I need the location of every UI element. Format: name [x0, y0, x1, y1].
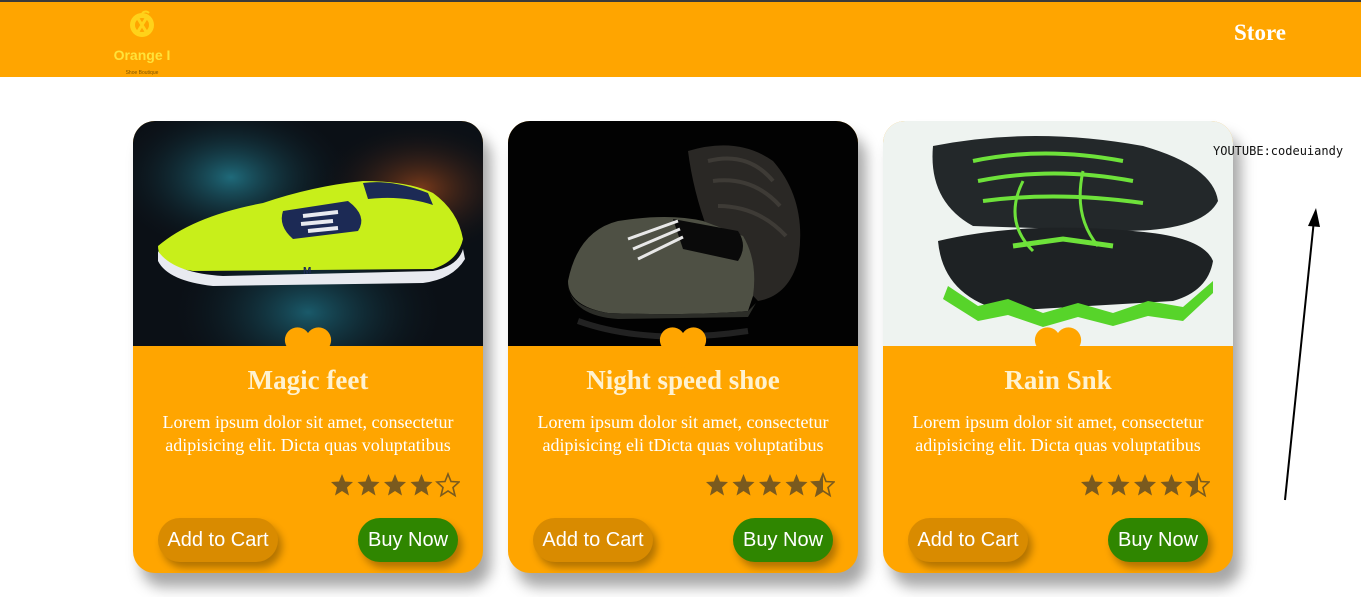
rating-stars: [1080, 471, 1211, 498]
star-half-icon: [1185, 471, 1211, 498]
product-title: Magic feet: [247, 365, 369, 395]
buy-now-button[interactable]: Buy Now: [733, 518, 833, 562]
add-to-cart-button[interactable]: Add to Cart: [533, 518, 653, 562]
add-to-cart-button[interactable]: Add to Cart: [908, 518, 1028, 562]
brand-tagline: Shoe Boutique: [125, 70, 159, 76]
star-filled-icon: [410, 474, 433, 496]
star-filled-icon: [759, 474, 781, 496]
rating-stars: [705, 471, 836, 498]
star-filled-icon: [785, 474, 808, 496]
product-description: Lorem ipsum dolor sit amet, consectetur …: [912, 412, 1204, 455]
product-description: Lorem ipsum dolor sit amet, consectetur …: [537, 412, 829, 455]
site-header: Orange I Shoe Boutique Store: [0, 2, 1361, 77]
star-empty-icon: [435, 471, 461, 498]
nav-store-link[interactable]: Store: [1234, 20, 1286, 46]
rating-stars: [330, 471, 461, 498]
star-filled-icon: [1160, 474, 1183, 496]
product-image: M: [133, 121, 483, 346]
star-filled-icon: [1081, 474, 1103, 496]
product-image: [508, 121, 858, 346]
svg-text:M: M: [303, 266, 311, 277]
annotation-arrow: [1284, 208, 1320, 501]
product-description: Lorem ipsum dolor sit amet, consectetur …: [162, 412, 454, 455]
buy-now-button[interactable]: Buy Now: [1108, 518, 1208, 562]
product-card-magic-feet: M Magic feet Lorem ipsum dolor sit amet,…: [133, 121, 483, 573]
star-half-icon: [810, 471, 836, 498]
star-filled-icon: [331, 474, 353, 496]
product-title: Rain Snk: [1004, 365, 1112, 395]
star-filled-icon: [706, 474, 728, 496]
orange-fruit-icon: [130, 10, 154, 37]
star-filled-icon: [732, 474, 755, 496]
star-filled-icon: [1107, 474, 1130, 496]
star-filled-icon: [384, 474, 406, 496]
star-filled-icon: [1134, 474, 1156, 496]
product-card-rain-snk: Rain Snk Lorem ipsum dolor sit amet, con…: [883, 121, 1233, 573]
product-title: Night speed shoe: [586, 365, 780, 395]
star-filled-icon: [357, 474, 380, 496]
buy-now-button[interactable]: Buy Now: [358, 518, 458, 562]
brand-logo[interactable]: Orange I Shoe Boutique: [100, 6, 184, 76]
brand-name: Orange I: [113, 47, 171, 63]
product-card-night-speed-shoe: Night speed shoe Lorem ipsum dolor sit a…: [508, 121, 858, 573]
youtube-watermark: YOUTUBE:codeuiandy: [1213, 144, 1344, 158]
add-to-cart-button[interactable]: Add to Cart: [158, 518, 278, 562]
product-image: [883, 121, 1233, 346]
